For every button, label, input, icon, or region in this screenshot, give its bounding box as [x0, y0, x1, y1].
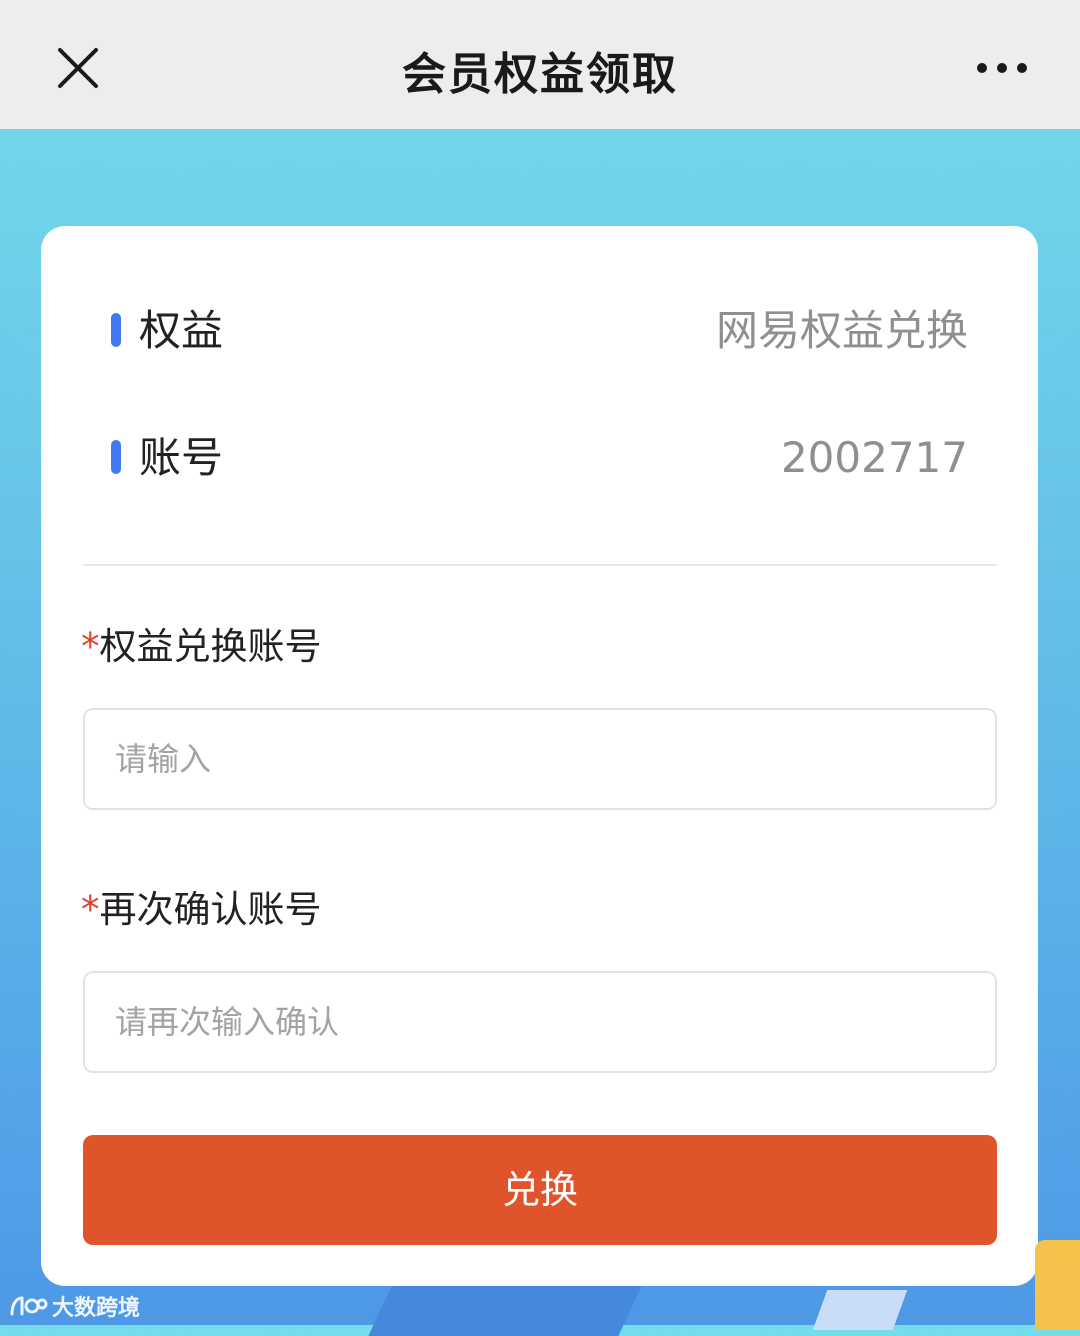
- decoration-coin: [1035, 1240, 1080, 1330]
- watermark: 大数跨境: [8, 1290, 140, 1322]
- confirm-account-label: *再次确认账号: [81, 885, 322, 935]
- account-row: 账号 2002717: [41, 428, 1038, 488]
- confirm-account-label-text: 再次确认账号: [99, 888, 322, 931]
- benefit-row: 权益 网易权益兑换: [41, 301, 1038, 361]
- divider: [83, 564, 997, 566]
- decoration-shape: [812, 1290, 908, 1330]
- more-button[interactable]: [970, 50, 1034, 86]
- account-value: 2002717: [780, 433, 968, 482]
- required-mark: *: [81, 625, 100, 668]
- benefit-label: 权益: [139, 306, 224, 355]
- row-marker: [111, 313, 121, 347]
- watermark-text: 大数跨境: [52, 1296, 141, 1321]
- watermark-logo-icon: [10, 1296, 48, 1316]
- decoration-shape: [368, 1286, 642, 1336]
- exchange-account-label-text: 权益兑换账号: [99, 625, 322, 668]
- required-mark: *: [81, 888, 100, 931]
- account-label: 账号: [139, 433, 224, 482]
- benefit-value: 网易权益兑换: [715, 306, 968, 355]
- page-title: 会员权益领取: [402, 49, 678, 100]
- benefit-card: 权益 网易权益兑换 账号 2002717 *权益兑换账号 *再次确认账号 兑换: [41, 226, 1038, 1286]
- top-nav-bar: 会员权益领取: [0, 0, 1080, 129]
- confirm-account-input[interactable]: [85, 973, 995, 1071]
- exchange-account-input[interactable]: [85, 710, 995, 808]
- row-marker: [111, 440, 121, 474]
- exchange-account-label: *权益兑换账号: [81, 622, 322, 672]
- exchange-account-field[interactable]: [83, 708, 997, 810]
- more-icon: [977, 63, 1027, 73]
- exchange-button[interactable]: 兑换: [83, 1135, 997, 1245]
- confirm-account-field[interactable]: [83, 971, 997, 1073]
